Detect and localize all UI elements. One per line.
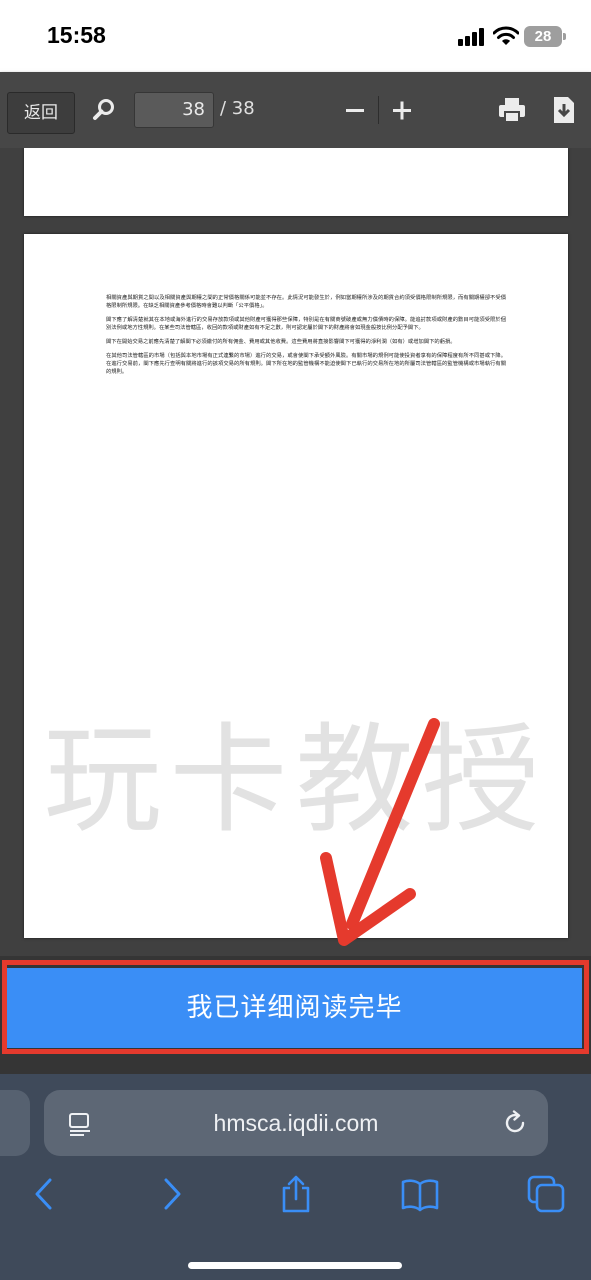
zoom-in-icon[interactable] [391,96,413,126]
battery-nub [563,33,566,40]
page-total: / 38 [220,98,255,119]
tabs-icon[interactable] [526,1174,566,1214]
url-text[interactable]: hmsca.iqdii.com [44,1090,548,1156]
pdf-page-previous [24,148,568,216]
reload-icon[interactable] [502,1110,528,1136]
bookmarks-icon[interactable] [400,1174,440,1214]
zoom-out-icon[interactable] [344,96,366,126]
browser-toolbar: hmsca.iqdii.com [0,1074,591,1280]
pdf-page-text: 相關資產與期貨之間以及相關資產與期權之間的正常價格關係可能並不存在。此情況可能發… [106,294,506,382]
confirm-read-button[interactable]: 我已详细阅读完毕 [7,968,582,1048]
confirm-bar: 我已详细阅读完毕 [0,956,591,1074]
pdf-paragraph: 相關資產與期貨之間以及相關資產與期權之間的正常價格關係可能並不存在。此情況可能發… [106,295,506,309]
print-icon[interactable] [498,96,526,124]
back-button[interactable]: 返回 [7,92,75,134]
address-bar[interactable]: hmsca.iqdii.com [44,1090,548,1156]
download-icon[interactable] [552,95,576,125]
home-indicator [188,1262,402,1269]
back-icon[interactable] [24,1174,64,1214]
wifi-icon [493,26,519,45]
forward-icon[interactable] [152,1174,192,1214]
page-number-input[interactable]: 38 [134,92,214,128]
toolbar-divider [378,96,379,124]
status-time: 15:58 [47,22,106,48]
pdf-viewport[interactable]: 相關資產與期貨之間以及相關資產與期權之間的正常價格關係可能並不存在。此情況可能發… [0,148,591,956]
pdf-toolbar: 返回 38 / 38 [0,72,591,148]
status-bar: 15:58 28 [0,0,591,72]
previous-tab-peek[interactable] [0,1090,30,1156]
pdf-paragraph: 閣下在開始交易之前應先清楚了解閣下必須繳付的所有佣金、費用或其他收費。這些費用將… [106,339,456,345]
search-icon[interactable] [92,98,116,122]
battery-icon: 28 [524,26,562,47]
pdf-page-current: 相關資產與期貨之間以及相關資產與期權之間的正常價格關係可能並不存在。此情況可能發… [24,234,568,938]
pdf-paragraph: 閣下應了解清楚就其在本地或海外進行的交易存放款項或其他財產可獲得那些保障，特別是… [106,317,506,331]
share-icon[interactable] [276,1174,316,1214]
cellular-signal-icon [458,28,486,46]
pdf-paragraph: 在其他司法管轄區的市場（包括與本地市場有正式連繫的市場）進行的交易，或會使閣下承… [106,353,506,375]
